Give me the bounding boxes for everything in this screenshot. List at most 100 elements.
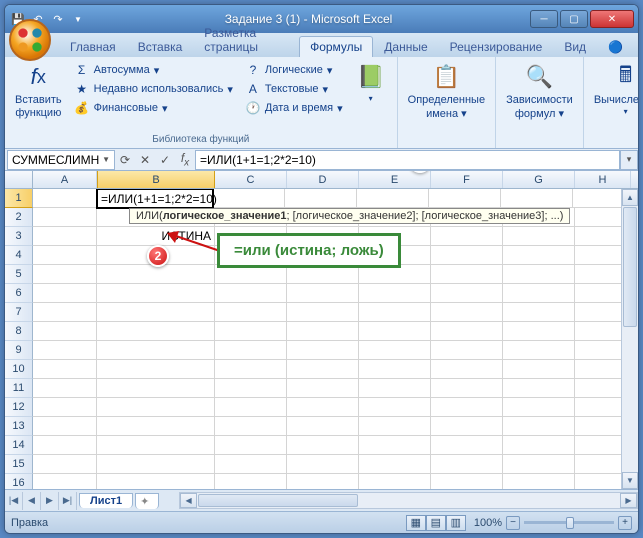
cell-B7[interactable] (97, 303, 215, 322)
recent-button[interactable]: ★Недавно использовались ▾ (70, 80, 237, 98)
cell-G4[interactable] (503, 246, 575, 265)
col-header-B[interactable]: B (97, 171, 215, 188)
cell-C16[interactable] (215, 474, 287, 489)
cell-A4[interactable] (33, 246, 97, 265)
row-header-5[interactable]: 5 (5, 265, 33, 284)
cell-F14[interactable] (431, 436, 503, 455)
cell-B6[interactable] (97, 284, 215, 303)
cell-C11[interactable] (215, 379, 287, 398)
cell-D7[interactable] (287, 303, 359, 322)
cell-G16[interactable] (503, 474, 575, 489)
row-header-12[interactable]: 12 (5, 398, 33, 417)
cell-B15[interactable] (97, 455, 215, 474)
row-header-11[interactable]: 11 (5, 379, 33, 398)
scroll-thumb[interactable] (623, 207, 637, 327)
sheet-next-button[interactable]: ▶ (41, 492, 59, 510)
col-header-G[interactable]: G (503, 171, 575, 188)
cell-E13[interactable] (359, 417, 431, 436)
row-header-8[interactable]: 8 (5, 322, 33, 341)
minimize-button[interactable]: ─ (530, 10, 558, 28)
cell-C13[interactable] (215, 417, 287, 436)
horizontal-scrollbar[interactable]: ◀ ▶ (179, 492, 638, 509)
row-header-14[interactable]: 14 (5, 436, 33, 455)
cell-G5[interactable] (503, 265, 575, 284)
sheet-last-button[interactable]: ▶| (59, 492, 77, 510)
cell-C1[interactable] (213, 189, 285, 208)
zoom-out-button[interactable]: − (506, 516, 520, 530)
cell-D14[interactable] (287, 436, 359, 455)
cell-F5[interactable] (431, 265, 503, 284)
sheet-first-button[interactable]: |◀ (5, 492, 23, 510)
cell-A16[interactable] (33, 474, 97, 489)
add-sheet-button[interactable]: ✦ (135, 493, 159, 509)
row-header-2[interactable]: 2 (5, 208, 33, 227)
cell-A14[interactable] (33, 436, 97, 455)
row-header-16[interactable]: 16 (5, 474, 33, 489)
scroll-down-button[interactable]: ▼ (622, 472, 638, 489)
cell-A9[interactable] (33, 341, 97, 360)
hscroll-thumb[interactable] (198, 494, 358, 507)
cell-A13[interactable] (33, 417, 97, 436)
sheet-prev-button[interactable]: ◀ (23, 492, 41, 510)
cell-F9[interactable] (431, 341, 503, 360)
refresh-icon[interactable]: ⟳ (115, 150, 135, 170)
cell-F12[interactable] (431, 398, 503, 417)
sheet-tab-1[interactable]: Лист1 (79, 493, 133, 508)
select-all-corner[interactable] (5, 171, 33, 188)
vertical-scrollbar[interactable]: ▲ ▼ (621, 189, 638, 489)
cell-G10[interactable] (503, 360, 575, 379)
cell-B1[interactable]: =ИЛИ(1+1=1;2*2=10) (96, 189, 214, 209)
cell-F4[interactable] (431, 246, 503, 265)
cell-G3[interactable] (503, 227, 575, 246)
cell-F7[interactable] (431, 303, 503, 322)
cell-C7[interactable] (215, 303, 287, 322)
cell-A12[interactable] (33, 398, 97, 417)
col-header-A[interactable]: A (33, 171, 97, 188)
row-header-10[interactable]: 10 (5, 360, 33, 379)
cell-E6[interactable] (359, 284, 431, 303)
cell-B16[interactable] (97, 474, 215, 489)
cell-G15[interactable] (503, 455, 575, 474)
formula-auditing-button[interactable]: 🔍 Зависимости формул ▾ (502, 59, 577, 122)
cell-G9[interactable] (503, 341, 575, 360)
row-header-7[interactable]: 7 (5, 303, 33, 322)
zoom-in-button[interactable]: + (618, 516, 632, 530)
namebox-dropdown-icon[interactable]: ▼ (102, 155, 110, 164)
cell-C15[interactable] (215, 455, 287, 474)
cell-E7[interactable] (359, 303, 431, 322)
row-header-13[interactable]: 13 (5, 417, 33, 436)
tab-formulas[interactable]: Формулы (299, 36, 373, 57)
scroll-right-button[interactable]: ▶ (620, 493, 637, 508)
tab-data[interactable]: Данные (373, 36, 438, 57)
cell-C6[interactable] (215, 284, 287, 303)
cell-D12[interactable] (287, 398, 359, 417)
cell-C10[interactable] (215, 360, 287, 379)
cell-D13[interactable] (287, 417, 359, 436)
normal-view-button[interactable]: ▦ (406, 515, 426, 531)
cell-A8[interactable] (33, 322, 97, 341)
cell-F13[interactable] (431, 417, 503, 436)
defined-names-button[interactable]: 📋 Определенные имена ▾ (404, 59, 489, 122)
cell-B14[interactable] (97, 436, 215, 455)
cell-B10[interactable] (97, 360, 215, 379)
qat-redo-icon[interactable]: ↷ (49, 10, 67, 28)
cell-A10[interactable] (33, 360, 97, 379)
row-header-3[interactable]: 3 (5, 227, 33, 246)
accept-formula-button[interactable]: ✓ (155, 150, 175, 170)
cell-F11[interactable] (431, 379, 503, 398)
cell-D8[interactable] (287, 322, 359, 341)
text-button[interactable]: AТекстовые ▾ (241, 80, 347, 98)
zoom-level[interactable]: 100% (474, 517, 502, 529)
row-header-1[interactable]: 1 (5, 189, 33, 208)
logical-button[interactable]: ?Логические ▾ (241, 61, 347, 79)
cell-D15[interactable] (287, 455, 359, 474)
cell-B5[interactable] (97, 265, 215, 284)
page-layout-button[interactable]: ▤ (426, 515, 446, 531)
cancel-formula-button[interactable]: ✕ (135, 150, 155, 170)
cell-D6[interactable] (287, 284, 359, 303)
cell-F16[interactable] (431, 474, 503, 489)
scroll-up-button[interactable]: ▲ (622, 189, 638, 206)
cell-A15[interactable] (33, 455, 97, 474)
tab-home[interactable]: Главная (59, 36, 127, 57)
calculation-button[interactable]: 🖩 Вычисление ▾ (590, 59, 639, 118)
